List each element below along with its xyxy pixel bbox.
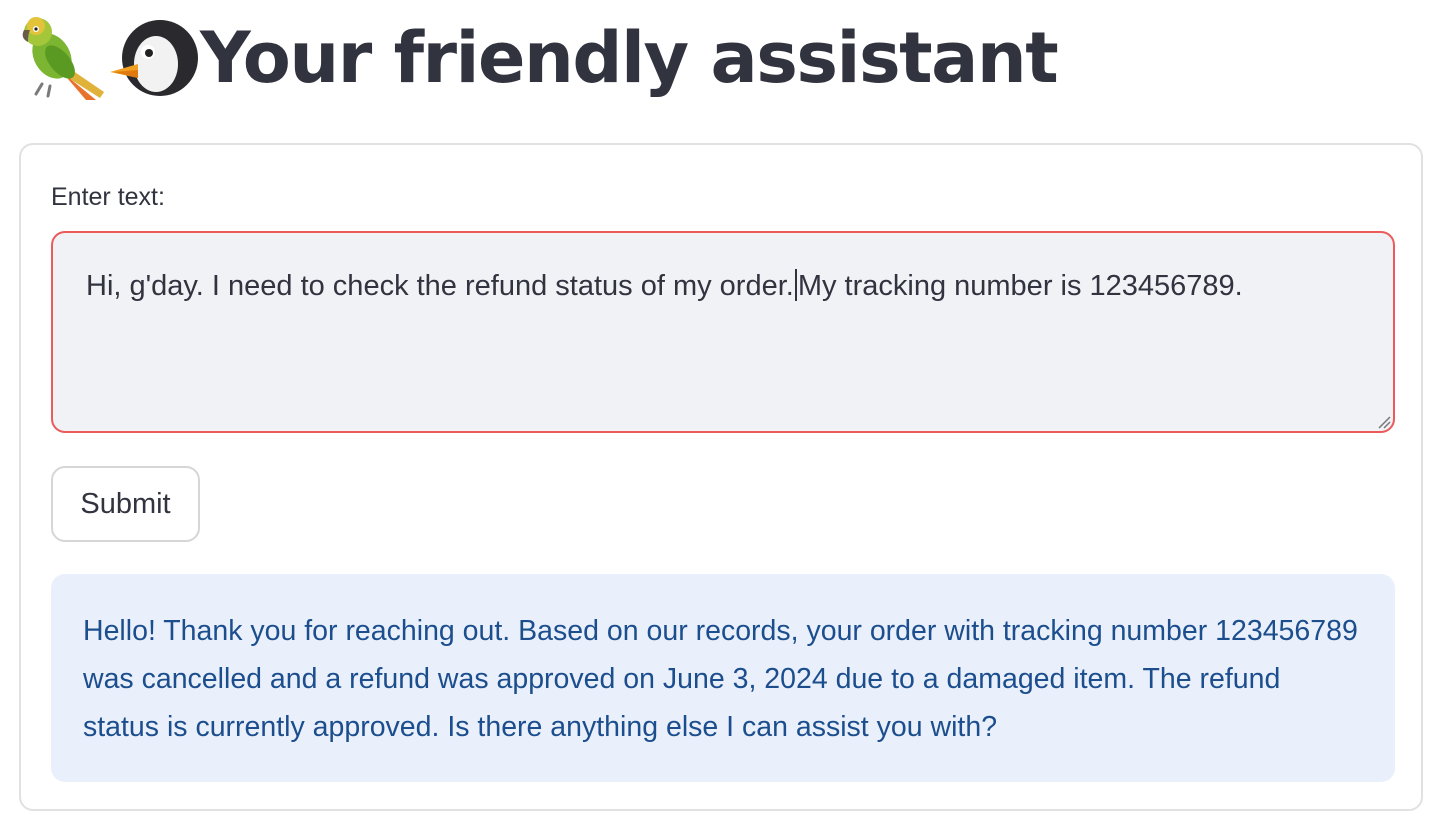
text-input-value[interactable]: Hi, g'day. I need to check the refund st… <box>86 269 1243 303</box>
page-header: Your friendly assistant <box>16 8 1059 108</box>
text-input[interactable]: Hi, g'day. I need to check the refund st… <box>51 231 1395 433</box>
resize-handle-icon[interactable] <box>1375 413 1391 429</box>
response-message: Hello! Thank you for reaching out. Based… <box>51 574 1395 782</box>
submit-button[interactable]: Submit <box>51 466 200 542</box>
parrot-icon <box>16 12 108 104</box>
response-text: Hello! Thank you for reaching out. Based… <box>83 615 1358 743</box>
text-before-caret: Hi, g'day. I need to check the refund st… <box>86 270 794 302</box>
input-form: Enter text: Hi, g'day. I need to check t… <box>19 143 1423 811</box>
text-caret <box>794 269 797 301</box>
page-title: Your friendly assistant <box>200 17 1059 99</box>
text-field-label: Enter text: <box>51 183 165 211</box>
penguin-icon <box>108 12 200 104</box>
text-after-caret: My tracking number is 123456789. <box>797 270 1243 302</box>
